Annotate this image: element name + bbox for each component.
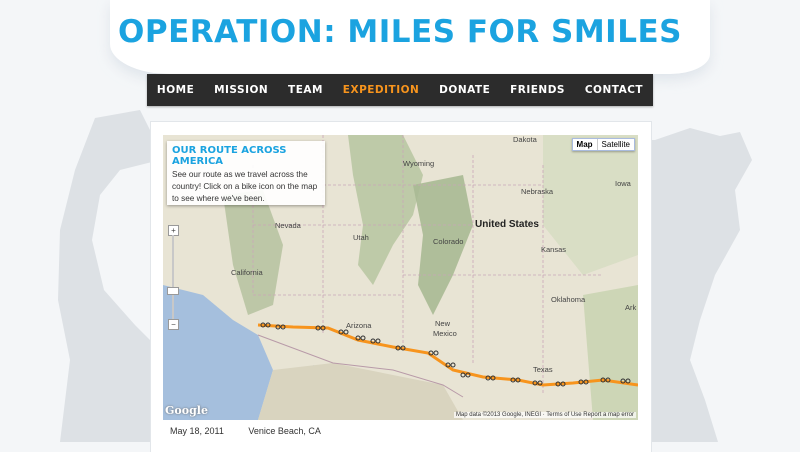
label-utah: Utah <box>353 233 369 242</box>
satellite-button[interactable]: Satellite <box>598 139 634 150</box>
site-title: OPERATION: MILES FOR SMILES <box>118 14 682 50</box>
info-text: See our route as we travel across the co… <box>172 170 318 203</box>
nav-home[interactable]: HOME <box>157 84 194 96</box>
info-title: Our Route Across America <box>172 145 287 167</box>
route-map[interactable]: Dakota Wyoming Nebraska Iowa Nevada Utah… <box>163 135 638 420</box>
zoom-out-button[interactable]: − <box>168 319 179 330</box>
nav-expedition[interactable]: EXPEDITION <box>343 84 420 96</box>
label-nebraska: Nebraska <box>521 187 554 196</box>
label-mexico: Mexico <box>433 329 457 338</box>
nav-friends[interactable]: FRIENDS <box>510 84 565 96</box>
nav-donate[interactable]: DONATE <box>439 84 490 96</box>
label-wyoming: Wyoming <box>403 159 435 168</box>
route-info-box: Our Route Across America See our route a… <box>167 141 325 205</box>
entry-date: May 18, 2011 <box>170 426 224 436</box>
label-nevada: Nevada <box>275 221 301 230</box>
map-attribution[interactable]: Map data ©2013 Google, INEGI · Terms of … <box>453 412 636 418</box>
main-nav: HOME MISSION TEAM EXPEDITION DONATE FRIE… <box>147 74 653 106</box>
label-kansas: Kansas <box>541 245 567 254</box>
zoom-track[interactable] <box>172 235 174 321</box>
zoom-slider-handle[interactable] <box>167 287 179 295</box>
label-texas: Texas <box>533 365 553 374</box>
label-dakota: Dakota <box>513 135 537 144</box>
entry-location: Venice Beach, CA <box>248 426 321 436</box>
nav-contact[interactable]: CONTACT <box>585 84 643 96</box>
label-ark: Ark <box>625 303 637 312</box>
label-iowa: Iowa <box>615 179 631 188</box>
map-button[interactable]: Map <box>573 139 598 150</box>
nav-mission[interactable]: MISSION <box>214 84 268 96</box>
label-california: California <box>231 268 263 277</box>
nav-team[interactable]: TEAM <box>288 84 323 96</box>
route-entry: May 18, 2011 Venice Beach, CA <box>170 426 343 436</box>
label-united-states: United States <box>475 219 539 230</box>
zoom-control: + − <box>167 225 179 330</box>
label-colorado: Colorado <box>433 237 464 246</box>
label-arizona: Arizona <box>346 321 372 330</box>
label-new: New <box>435 319 451 328</box>
label-oklahoma: Oklahoma <box>551 295 586 304</box>
google-logo[interactable]: Google <box>165 404 208 417</box>
map-type-control: Map Satellite <box>571 138 635 151</box>
